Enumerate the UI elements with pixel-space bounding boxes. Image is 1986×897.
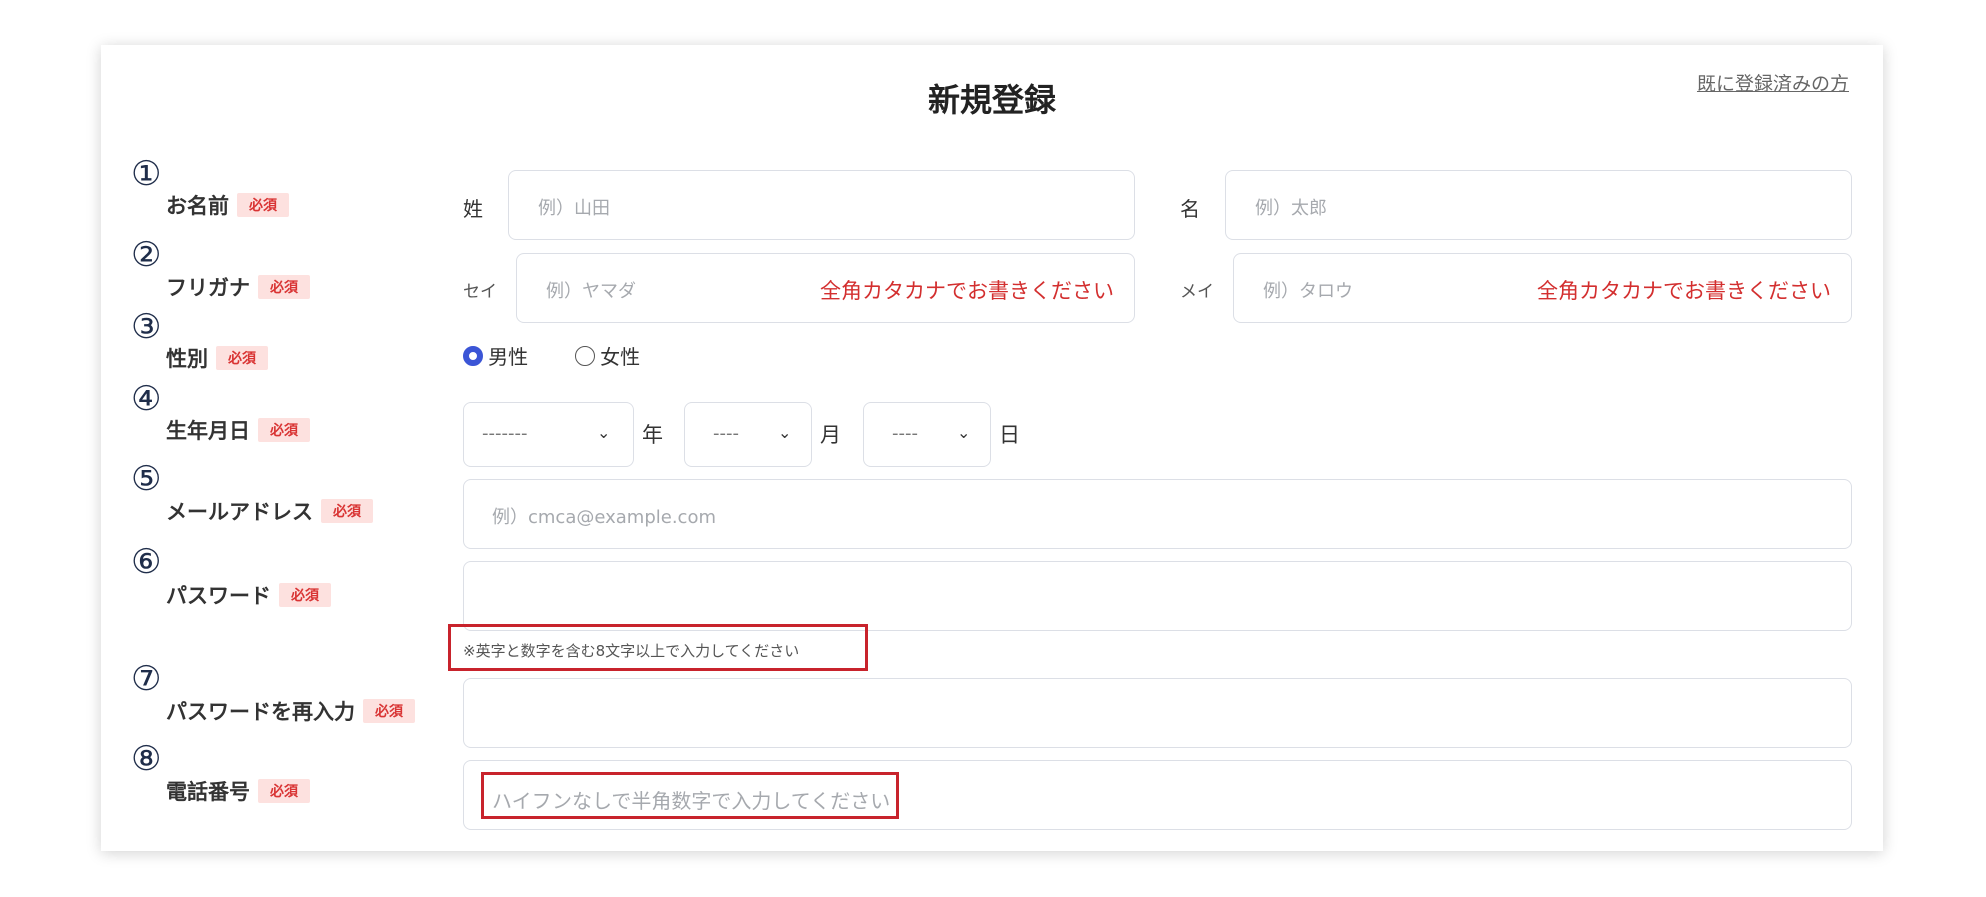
email-label: メールアドレス xyxy=(166,500,313,524)
birth-month-select[interactable]: ---- ⌄ xyxy=(684,402,812,467)
step-number-6: ⑥ xyxy=(131,542,162,582)
gender-label: 性別 xyxy=(166,347,208,371)
birth-day-value: ---- xyxy=(892,423,918,444)
first-name-input[interactable]: 例）太郎 xyxy=(1225,170,1852,240)
required-badge: 必須 xyxy=(321,499,373,523)
step-number-3: ③ xyxy=(131,307,162,347)
first-name-label: 名 xyxy=(1180,197,1200,221)
birth-year-value: ------- xyxy=(482,423,528,444)
password-note-highlight-box: ※英字と数字を含む8文字以上で入力してください xyxy=(448,624,868,671)
password-confirm-input[interactable] xyxy=(463,678,1852,748)
sei-katakana-hint: 全角カタカナでお書きください xyxy=(820,279,1114,303)
last-name-label: 姓 xyxy=(463,197,483,221)
chevron-down-icon: ⌄ xyxy=(597,423,611,442)
mei-label: メイ xyxy=(1180,282,1214,302)
birthday-label-group: 生年月日 必須 xyxy=(166,415,310,445)
name-label-group: お名前 必須 xyxy=(166,190,289,220)
email-placeholder: 例）cmca@example.com xyxy=(492,507,716,528)
required-badge: 必須 xyxy=(258,275,310,299)
mei-placeholder: 例）タロウ xyxy=(1263,281,1353,302)
phone-label: 電話番号 xyxy=(166,780,250,804)
password-label-group: パスワード 必須 xyxy=(166,580,331,610)
chevron-down-icon: ⌄ xyxy=(778,423,792,442)
birth-year-select[interactable]: ------- ⌄ xyxy=(463,402,634,467)
registration-card: 新規登録 既に登録済みの方 ① お名前 必須 姓 例）山田 名 例）太郎 ② フ… xyxy=(101,45,1883,851)
sei-input[interactable]: 例）ヤマダ 全角カタカナでお書きください xyxy=(516,253,1135,323)
page-title: 新規登録 xyxy=(927,81,1056,119)
phone-placeholder-highlight-box: ハイフンなしで半角数字で入力してください xyxy=(481,772,899,819)
year-unit: 年 xyxy=(642,423,663,447)
birth-day-select[interactable]: ---- ⌄ xyxy=(863,402,991,467)
birthday-label: 生年月日 xyxy=(166,419,250,443)
step-number-4: ④ xyxy=(131,379,162,419)
step-number-1: ① xyxy=(131,154,162,194)
first-name-placeholder: 例）太郎 xyxy=(1255,198,1327,219)
gender-label-group: 性別 必須 xyxy=(166,343,268,373)
radio-unselected-icon[interactable] xyxy=(575,345,595,366)
radio-selected-icon[interactable] xyxy=(463,345,483,366)
chevron-down-icon: ⌄ xyxy=(957,423,971,442)
required-badge: 必須 xyxy=(237,193,289,217)
step-number-5: ⑤ xyxy=(131,459,162,499)
required-badge: 必須 xyxy=(216,346,268,370)
gender-male-label: 男性 xyxy=(488,345,529,369)
mei-katakana-hint: 全角カタカナでお書きください xyxy=(1537,279,1831,303)
step-number-2: ② xyxy=(131,235,162,275)
step-number-8: ⑧ xyxy=(131,739,162,779)
already-registered-link[interactable]: 既に登録済みの方 xyxy=(1697,69,1849,96)
password-rule-note: ※英字と数字を含む8文字以上で入力してください xyxy=(463,642,800,660)
email-input[interactable]: 例）cmca@example.com xyxy=(463,479,1852,549)
password-confirm-label: パスワードを再入力 xyxy=(166,700,355,724)
email-label-group: メールアドレス 必須 xyxy=(166,496,373,526)
last-name-input[interactable]: 例）山田 xyxy=(508,170,1135,240)
name-label: お名前 xyxy=(166,194,229,218)
required-badge: 必須 xyxy=(363,699,415,723)
gender-option-male[interactable]: 男性 xyxy=(463,341,528,370)
day-unit: 日 xyxy=(999,423,1020,447)
last-name-placeholder: 例）山田 xyxy=(538,198,610,219)
mei-input[interactable]: 例）タロウ 全角カタカナでお書きください xyxy=(1233,253,1852,323)
required-badge: 必須 xyxy=(258,418,310,442)
phone-label-group: 電話番号 必須 xyxy=(166,776,310,806)
password-label: パスワード xyxy=(166,584,271,608)
gender-option-female[interactable]: 女性 xyxy=(575,341,640,370)
sei-placeholder: 例）ヤマダ xyxy=(546,281,636,302)
furigana-label: フリガナ xyxy=(166,276,250,300)
required-badge: 必須 xyxy=(279,583,331,607)
required-badge: 必須 xyxy=(258,779,310,803)
password-confirm-label-group: パスワードを再入力 必須 xyxy=(166,696,415,726)
phone-placeholder: ハイフンなしで半角数字で入力してください xyxy=(492,789,891,813)
gender-female-label: 女性 xyxy=(600,345,641,369)
password-input[interactable] xyxy=(463,561,1852,631)
step-number-7: ⑦ xyxy=(131,659,162,699)
furigana-label-group: フリガナ 必須 xyxy=(166,272,310,302)
month-unit: 月 xyxy=(820,423,841,447)
birth-month-value: ---- xyxy=(713,423,739,444)
sei-label: セイ xyxy=(463,282,497,302)
